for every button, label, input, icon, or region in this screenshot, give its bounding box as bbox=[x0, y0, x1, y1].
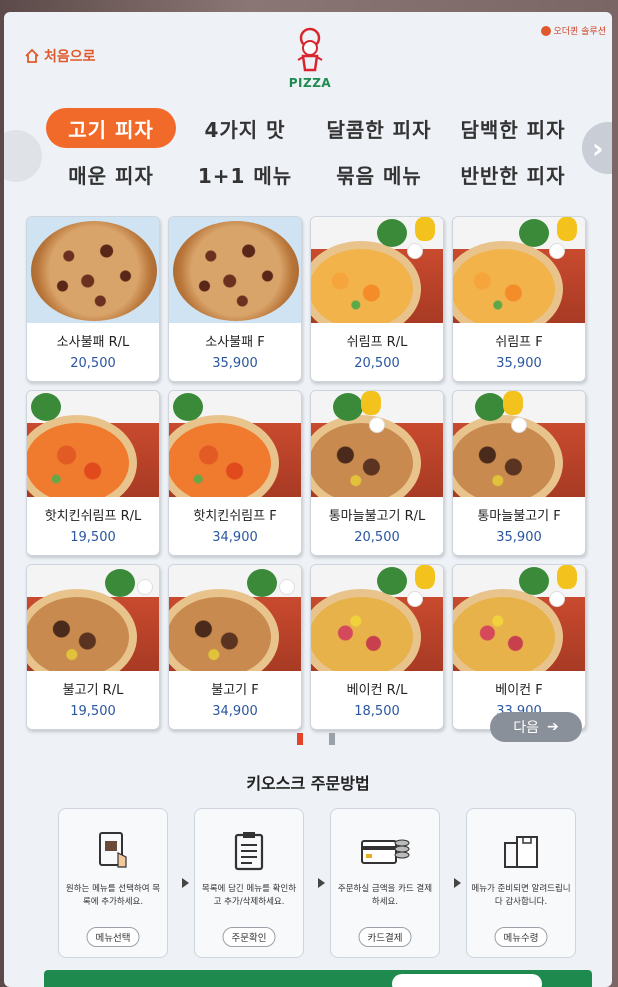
tab-light-pizza[interactable]: 담백한 피자 bbox=[446, 108, 580, 148]
bag-cup-icon bbox=[504, 836, 538, 868]
product-card[interactable]: 통마늘불고기 R/L 20,500 bbox=[310, 390, 444, 556]
product-name: 쉬림프 F bbox=[495, 335, 543, 350]
clipboard-icon bbox=[234, 832, 264, 871]
product-name: 소사불패 F bbox=[205, 335, 265, 350]
product-price: 19,500 bbox=[70, 530, 116, 545]
product-price: 19,500 bbox=[70, 704, 116, 719]
product-card[interactable]: 핫치킨쉬림프 R/L 19,500 bbox=[26, 390, 160, 556]
brand-logo: PIZZA bbox=[288, 26, 332, 90]
step-desc: 목록에 담긴 메뉴를 확인하고 추가/삭제하세요. bbox=[201, 884, 297, 907]
pizza-image bbox=[311, 217, 443, 323]
product-name: 핫치킨쉬림프 R/L bbox=[44, 509, 142, 524]
next-category-arrow[interactable]: › bbox=[582, 122, 612, 174]
step-arrow-icon bbox=[182, 878, 189, 888]
footer-bar bbox=[44, 970, 592, 987]
pizza-image bbox=[169, 391, 301, 497]
product-price: 18,500 bbox=[354, 704, 400, 719]
card-coins-icon bbox=[361, 839, 410, 864]
product-price: 35,900 bbox=[496, 356, 542, 371]
tab-sweet-pizza[interactable]: 달콤한 피자 bbox=[312, 108, 446, 148]
step-tag: 메뉴수령 bbox=[494, 927, 548, 947]
pizza-image bbox=[311, 565, 443, 671]
step-arrow-icon bbox=[318, 878, 325, 888]
solution-label: 오더퀸 솔루션 bbox=[553, 27, 606, 37]
pizza-image bbox=[453, 217, 585, 323]
product-card[interactable]: 불고기 R/L 19,500 bbox=[26, 564, 160, 730]
product-name: 베이컨 R/L bbox=[346, 683, 408, 698]
chevron-right-icon: › bbox=[592, 131, 604, 165]
product-card[interactable]: 소사불패 F 35,900 bbox=[168, 216, 302, 382]
product-price: 35,900 bbox=[212, 356, 258, 371]
page-dot bbox=[329, 733, 335, 745]
step-tag: 메뉴선택 bbox=[86, 927, 140, 947]
home-icon bbox=[25, 48, 39, 63]
tab-meat-pizza[interactable]: 고기 피자 bbox=[46, 108, 176, 148]
howto-step: 목록에 담긴 메뉴를 확인하고 추가/삭제하세요. 주문확인 bbox=[194, 808, 304, 958]
product-name: 통마늘불고기 R/L bbox=[328, 509, 426, 524]
step-tag: 카드결제 bbox=[358, 927, 412, 947]
product-name: 쉬림프 R/L bbox=[346, 335, 408, 350]
product-price: 20,500 bbox=[354, 356, 400, 371]
step-desc: 메뉴가 준비되면 알려드립니다 감사합니다. bbox=[471, 884, 571, 907]
pizza-image bbox=[453, 565, 585, 671]
product-name: 베이컨 F bbox=[495, 683, 543, 698]
product-name: 핫치킨쉬림프 F bbox=[193, 509, 277, 524]
step-desc: 주문하실 금액을 카드 결제하세요. bbox=[337, 884, 433, 907]
page-dot-active bbox=[297, 733, 303, 745]
howto-step: 원하는 메뉴를 선택하여 목록에 추가하세요. 메뉴선택 bbox=[58, 808, 168, 958]
step-arrow-icon bbox=[454, 878, 461, 888]
page-indicator bbox=[297, 733, 335, 745]
product-price: 20,500 bbox=[354, 530, 400, 545]
next-page-button[interactable]: 다음 ➔ bbox=[490, 712, 582, 742]
footer-button[interactable] bbox=[392, 974, 542, 987]
next-label: 다음 bbox=[513, 720, 540, 736]
step-tag: 주문확인 bbox=[222, 927, 276, 947]
solution-badge: 오더퀸 솔루션 bbox=[541, 24, 606, 37]
howto-step: 주문하실 금액을 카드 결제하세요. 카드결제 bbox=[330, 808, 440, 958]
product-price: 34,900 bbox=[212, 530, 258, 545]
tab-four-flavors[interactable]: 4가지 맛 bbox=[178, 108, 312, 148]
product-card[interactable]: 통마늘불고기 F 35,900 bbox=[452, 390, 586, 556]
kiosk-screen: 처음으로 PIZZA 오더퀸 솔루션 › 고기 피자 4가지 맛 달콤한 피자 … bbox=[4, 12, 612, 987]
product-card[interactable]: 소사불패 R/L 20,500 bbox=[26, 216, 160, 382]
tab-spicy-pizza[interactable]: 매운 피자 bbox=[44, 154, 178, 194]
prev-category-arrow[interactable] bbox=[4, 130, 42, 182]
brand-name: PIZZA bbox=[288, 76, 332, 90]
product-price: 34,900 bbox=[212, 704, 258, 719]
howto-steps: 원하는 메뉴를 선택하여 목록에 추가하세요. 메뉴선택 목록에 담긴 메뉴를 … bbox=[58, 808, 576, 958]
product-price: 20,500 bbox=[70, 356, 116, 371]
tab-half-half-pizza[interactable]: 반반한 피자 bbox=[446, 154, 580, 194]
pizza-image bbox=[169, 565, 301, 671]
arrow-right-icon: ➔ bbox=[547, 719, 559, 735]
product-card[interactable]: 불고기 F 34,900 bbox=[168, 564, 302, 730]
pizza-image bbox=[453, 391, 585, 497]
category-tabs: 고기 피자 4가지 맛 달콤한 피자 담백한 피자 매운 피자 1+1 메뉴 묶… bbox=[44, 108, 584, 196]
pizza-image bbox=[27, 391, 159, 497]
pizza-image bbox=[311, 391, 443, 497]
pizza-image bbox=[27, 565, 159, 671]
product-card[interactable]: 쉬림프 F 35,900 bbox=[452, 216, 586, 382]
tab-bundle-menu[interactable]: 묶음 메뉴 bbox=[312, 154, 446, 194]
tab-one-plus-one[interactable]: 1+1 메뉴 bbox=[178, 154, 312, 194]
step-desc: 원하는 메뉴를 선택하여 목록에 추가하세요. bbox=[65, 884, 161, 907]
menu-touch-icon bbox=[99, 832, 127, 868]
home-button[interactable]: 처음으로 bbox=[24, 46, 96, 66]
product-name: 불고기 R/L bbox=[62, 683, 124, 698]
product-name: 통마늘불고기 F bbox=[477, 509, 561, 524]
product-name: 소사불패 R/L bbox=[56, 335, 130, 350]
solution-icon bbox=[541, 25, 552, 36]
howto-step: 메뉴가 준비되면 알려드립니다 감사합니다. 메뉴수령 bbox=[466, 808, 576, 958]
pizza-image bbox=[27, 217, 159, 323]
pizza-image bbox=[169, 217, 301, 323]
product-card[interactable]: 핫치킨쉬림프 F 34,900 bbox=[168, 390, 302, 556]
chef-mascot-icon bbox=[297, 27, 323, 72]
product-card[interactable]: 쉬림프 R/L 20,500 bbox=[310, 216, 444, 382]
howto-title: 키오스크 주문방법 bbox=[246, 774, 370, 793]
product-name: 불고기 F bbox=[211, 683, 259, 698]
product-price: 35,900 bbox=[496, 530, 542, 545]
home-label: 처음으로 bbox=[44, 49, 96, 65]
product-grid: 소사불패 R/L 20,500 소사불패 F 35,900 쉬림프 R/L 20… bbox=[26, 216, 596, 730]
product-card[interactable]: 베이컨 R/L 18,500 bbox=[310, 564, 444, 730]
product-card[interactable]: 베이컨 F 33,900 bbox=[452, 564, 586, 730]
